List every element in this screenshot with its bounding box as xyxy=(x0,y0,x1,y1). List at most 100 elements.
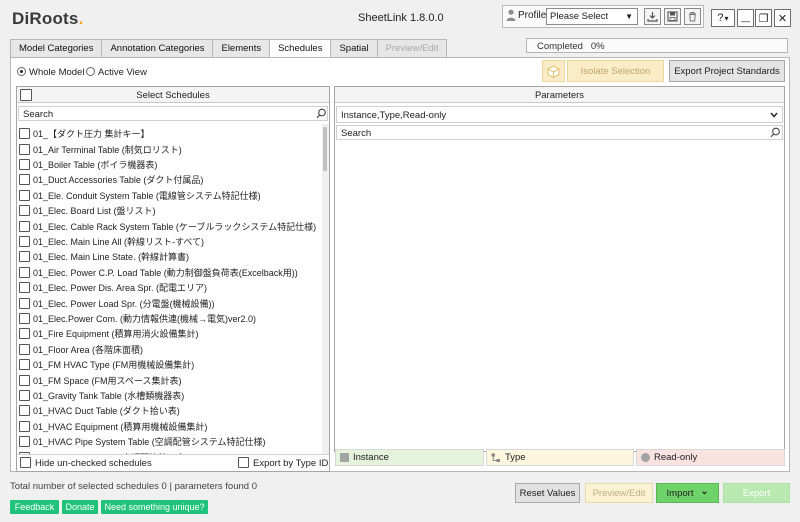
tab-annotation-categories[interactable]: Annotation Categories xyxy=(101,39,214,57)
save-profile-button[interactable] xyxy=(664,8,681,25)
schedule-name: 01_Elec. Board List (盤リスト) xyxy=(33,206,156,217)
close-button[interactable]: ✕ xyxy=(774,9,791,27)
chevron-down-icon: ▼ xyxy=(625,12,633,21)
schedule-list-item[interactable]: 01_Gravity Tank Table (水槽類機器表) xyxy=(19,388,184,403)
schedule-list-item[interactable]: 01_HVAC Equipment (積算用機械設備集計) xyxy=(19,419,207,434)
schedule-checkbox[interactable] xyxy=(19,312,30,324)
schedule-list-item[interactable]: 01_Boiler Table (ボイラ機器表) xyxy=(19,157,157,172)
export-button[interactable]: Export xyxy=(723,483,790,503)
tab-bar: Model Categories Annotation Categories E… xyxy=(10,39,448,58)
read-only-swatch-icon xyxy=(641,453,650,462)
schedule-checkbox[interactable] xyxy=(19,143,30,155)
schedule-list-item[interactable]: 01_【ダクト圧力 集計キー】 xyxy=(19,126,150,141)
whole-model-label: Whole Model xyxy=(29,67,85,78)
export-project-standards-button[interactable]: Export Project Standards xyxy=(669,60,785,82)
select-all-checkbox[interactable] xyxy=(20,89,32,101)
schedule-name: 01_Elec. Main Line State. (幹線計算書) xyxy=(33,252,190,263)
schedule-list-item[interactable]: 01_Elec.Power Com. (動力情報供連(機械→電気)ver2.0) xyxy=(19,311,256,326)
import-button[interactable]: Import ⌄ xyxy=(656,483,719,503)
schedule-checkbox[interactable] xyxy=(19,189,30,201)
close-icon: ✕ xyxy=(777,12,788,25)
schedule-list-item[interactable]: 01_Fire Equipment (積算用消火設備集計) xyxy=(19,326,199,341)
preview-edit-button[interactable]: Preview/Edit xyxy=(585,483,653,503)
schedule-checkbox[interactable] xyxy=(19,420,30,432)
schedule-checkbox[interactable] xyxy=(19,282,30,294)
tab-spatial[interactable]: Spatial xyxy=(330,39,378,57)
maximize-button[interactable]: ❐ xyxy=(755,9,772,27)
schedule-checkbox[interactable] xyxy=(19,251,30,263)
hide-unchecked-checkbox[interactable] xyxy=(20,457,31,468)
schedule-list-item[interactable]: 01_Elec. Main Line All (幹線リスト-すべて) xyxy=(19,234,204,249)
schedule-list-item[interactable]: 01_Air Terminal Table (制気ロリスト) xyxy=(19,141,182,156)
schedule-list-item[interactable]: 01_FM Space (FM用スペース集計表) xyxy=(19,372,181,387)
donate-link[interactable]: Donate xyxy=(62,500,98,514)
legend-read-only-label: Read-only xyxy=(654,452,698,463)
schedule-checkbox[interactable] xyxy=(19,128,30,140)
user-icon xyxy=(506,9,516,21)
active-view-radio[interactable] xyxy=(86,67,95,76)
tab-model-categories[interactable]: Model Categories xyxy=(10,39,103,57)
schedule-checkbox[interactable] xyxy=(19,205,30,217)
tab-elements[interactable]: Elements xyxy=(212,39,271,57)
schedule-checkbox[interactable] xyxy=(19,389,30,401)
schedule-checkbox[interactable] xyxy=(19,405,30,417)
import-profile-button[interactable] xyxy=(644,8,661,25)
tab-schedules[interactable]: Schedules xyxy=(269,39,332,58)
schedules-scrollbar[interactable] xyxy=(322,124,329,454)
schedule-checkbox[interactable] xyxy=(19,359,30,371)
schedule-list-item[interactable]: 01_HVAC Duct Table (ダクト拾い表) xyxy=(19,403,180,418)
progress-bar: Completed 0% xyxy=(526,38,788,53)
tab-preview-edit[interactable]: Preview/Edit xyxy=(376,39,448,57)
schedule-name: 01_Elec. Power Dis. Area Spr. (配電エリア) xyxy=(33,283,208,294)
feedback-link[interactable]: Feedback xyxy=(10,500,59,514)
schedule-list-item[interactable]: 01_Elec. Main Line State. (幹線計算書) xyxy=(19,249,189,264)
parameters-search-placeholder: Search xyxy=(341,128,372,139)
help-button[interactable]: ? ▾ xyxy=(711,9,735,27)
schedule-list-item[interactable]: 01_Elec. Power Dis. Area Spr. (配電エリア) xyxy=(19,280,207,295)
schedule-list-item[interactable]: 01_Ele. Conduit System Table (電線管システム特記仕… xyxy=(19,188,261,203)
need-something-unique-link[interactable]: Need something unique? xyxy=(101,500,208,514)
schedule-name: 01_Fire Equipment (積算用消火設備集計) xyxy=(33,329,199,340)
schedule-name: 01_Floor Area (各階床面積) xyxy=(33,344,144,355)
schedule-list-item[interactable]: 01_Elec. Power C.P. Load Table (動力制御盤負荷表… xyxy=(19,265,298,280)
scrollbar-thumb[interactable] xyxy=(323,127,327,171)
schedule-list-item[interactable]: 01_Floor Area (各階床面積) xyxy=(19,342,143,357)
schedule-name: 01_HVAC Equipment (積算用機械設備集計) xyxy=(33,421,208,432)
minimize-button[interactable]: — xyxy=(737,9,754,27)
schedule-name: 01_Elec. Power C.P. Load Table (動力制御盤負荷表… xyxy=(33,267,298,278)
export-by-type-id-checkbox[interactable] xyxy=(238,457,249,468)
search-icon xyxy=(316,108,326,119)
schedule-checkbox[interactable] xyxy=(19,220,30,232)
schedule-list-item[interactable]: 01_Duct Accessories Table (ダクト付属品) xyxy=(19,172,203,187)
reset-values-button[interactable]: Reset Values xyxy=(515,483,580,503)
isolate-selection-button[interactable]: Isolate Selection xyxy=(567,60,664,82)
schedule-name: 01_HVAC Duct Table (ダクト拾い表) xyxy=(33,406,180,417)
schedule-checkbox[interactable] xyxy=(19,343,30,355)
schedule-checkbox[interactable] xyxy=(19,174,30,186)
schedule-name: 01_FM HVAC Type (FM用機械設備集計) xyxy=(33,360,195,371)
schedule-checkbox[interactable] xyxy=(19,266,30,278)
profile-select[interactable]: Please Select ▼ xyxy=(546,8,638,25)
schedule-name: 01_Duct Accessories Table (ダクト付属品) xyxy=(33,175,204,186)
schedule-checkbox[interactable] xyxy=(19,328,30,340)
parameters-search-input[interactable]: Search xyxy=(336,125,783,140)
schedule-list-item[interactable]: 01_Elec. Power Load Spr. (分電盤(機械設備)) xyxy=(19,295,215,310)
schedule-checkbox[interactable] xyxy=(19,297,30,309)
isolate-icon-button[interactable] xyxy=(542,60,565,82)
schedule-list-item[interactable]: 01_FM HVAC Type (FM用機械設備集計) xyxy=(19,357,194,372)
schedule-name: 01_【ダクト圧力 集計キー】 xyxy=(33,129,150,140)
schedule-checkbox[interactable] xyxy=(19,436,30,448)
schedule-checkbox[interactable] xyxy=(19,158,30,170)
schedule-checkbox[interactable] xyxy=(19,235,30,247)
schedules-search-input[interactable]: Search xyxy=(18,106,328,121)
logo-text: DiRoots xyxy=(12,9,79,28)
delete-profile-button[interactable] xyxy=(684,8,701,25)
whole-model-radio[interactable] xyxy=(17,67,26,76)
chevron-down-icon: ▾ xyxy=(724,13,729,23)
chevron-down-icon xyxy=(770,112,778,118)
schedule-checkbox[interactable] xyxy=(19,374,30,386)
schedule-list-item[interactable]: 01_HVAC Pipe System Table (空調配管システム特記仕様) xyxy=(19,434,265,449)
schedule-list-item[interactable]: 01_Elec. Board List (盤リスト) xyxy=(19,203,156,218)
parameter-filter-select[interactable]: Instance,Type,Read-only xyxy=(336,106,783,123)
schedule-list-item[interactable]: 01_Elec. Cable Rack System Table (ケーブルラッ… xyxy=(19,218,316,233)
